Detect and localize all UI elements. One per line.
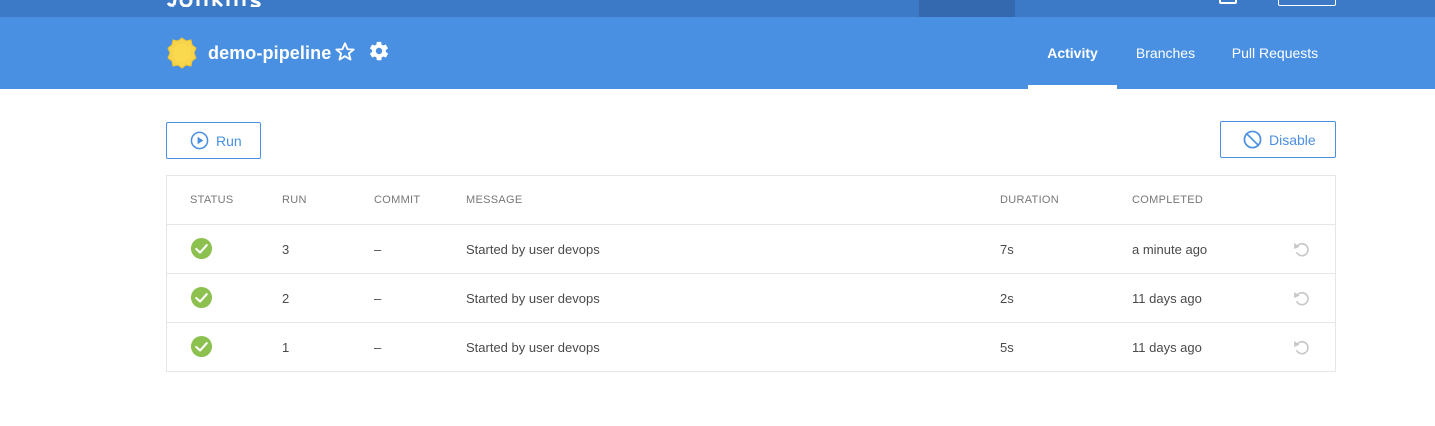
success-check-icon [190, 335, 213, 358]
tab-pull-requests-label: Pull Requests [1231, 45, 1319, 61]
run-message: Started by user devops [466, 291, 600, 306]
activity-table: STATUS RUN COMMIT MESSAGE DURATION COMPL… [166, 175, 1336, 372]
pipeline-header: demo-pipeline Activity Branches Pull Req… [0, 17, 1435, 89]
run-button-label: Run [216, 132, 242, 149]
column-header-run: RUN [282, 194, 307, 206]
table-row[interactable]: 2 – Started by user devops 2s 11 days ag… [167, 274, 1335, 323]
star-outline-icon[interactable] [334, 41, 356, 63]
replay-icon[interactable] [1290, 238, 1312, 260]
tab-activity[interactable]: Activity [1028, 17, 1117, 89]
gear-icon[interactable] [368, 40, 390, 62]
run-duration: 5s [1000, 340, 1014, 355]
run-completed: 11 days ago [1132, 340, 1202, 355]
commit-id: – [374, 340, 382, 355]
disable-button-label: Disable [1269, 131, 1316, 148]
run-completed: a minute ago [1132, 242, 1208, 257]
run-number[interactable]: 3 [282, 242, 289, 257]
tab-pull-requests[interactable]: Pull Requests [1214, 17, 1336, 89]
admin-icon[interactable] [1219, 0, 1237, 4]
run-number[interactable]: 1 [282, 340, 289, 355]
tab-branches-label: Branches [1135, 45, 1196, 61]
run-completed: 11 days ago [1132, 291, 1202, 306]
run-message: Started by user devops [466, 340, 600, 355]
commit-id: – [374, 291, 382, 306]
column-header-completed: COMPLETED [1132, 194, 1204, 206]
run-button[interactable]: Run [166, 122, 261, 159]
tab-activity-label: Activity [1047, 45, 1098, 61]
run-duration: 2s [1000, 291, 1014, 306]
jenkins-logo[interactable] [166, 0, 262, 7]
weather-sunny-icon [167, 37, 197, 69]
login-button[interactable] [1278, 0, 1336, 6]
replay-icon[interactable] [1290, 336, 1312, 358]
pipeline-name[interactable]: demo-pipeline [208, 43, 331, 64]
column-header-duration: DURATION [1000, 194, 1060, 206]
run-duration: 7s [1000, 242, 1014, 257]
column-header-commit: COMMIT [374, 194, 421, 206]
top-nav-active-section[interactable] [919, 0, 1015, 17]
success-check-icon [190, 286, 213, 309]
ban-icon [1243, 130, 1262, 149]
table-row[interactable]: 1 – Started by user devops 5s 11 days ag… [167, 323, 1335, 372]
replay-icon[interactable] [1290, 287, 1312, 309]
commit-id: – [374, 242, 382, 257]
column-header-message: MESSAGE [466, 194, 523, 206]
tab-branches[interactable]: Branches [1117, 17, 1214, 89]
run-message: Started by user devops [466, 242, 600, 257]
disable-button[interactable]: Disable [1220, 121, 1336, 158]
play-circle-icon [190, 131, 209, 150]
table-header: STATUS RUN COMMIT MESSAGE DURATION COMPL… [167, 176, 1335, 225]
column-header-status: STATUS [190, 194, 234, 206]
run-number[interactable]: 2 [282, 291, 289, 306]
success-check-icon [190, 237, 213, 260]
table-row[interactable]: 3 – Started by user devops 7s a minute a… [167, 225, 1335, 274]
top-nav-bar [0, 0, 1435, 17]
